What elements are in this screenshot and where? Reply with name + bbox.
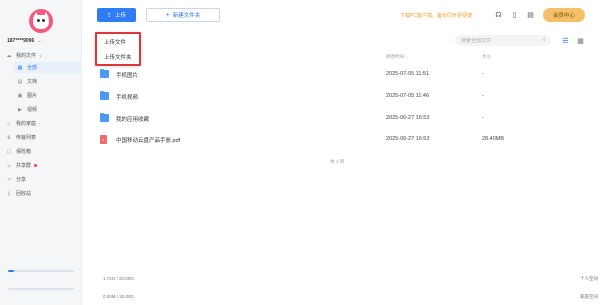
avatar[interactable] bbox=[29, 9, 53, 33]
sidebar-item-label: 共享群 bbox=[16, 163, 32, 169]
sidebar-item-label: 我的家庭 bbox=[16, 121, 37, 127]
avatar-eye-right bbox=[42, 19, 45, 22]
grid-icon: ▦ bbox=[17, 64, 23, 71]
family-storage: 0.00M / 20.00G 家庭空间 bbox=[8, 288, 598, 299]
list-view-icon[interactable]: ☰ bbox=[561, 36, 570, 45]
family-storage-bar bbox=[8, 288, 74, 290]
modified-column-header[interactable]: 修改时间 ↓ bbox=[386, 54, 408, 60]
mobile-icon[interactable]: ▯ bbox=[510, 10, 519, 19]
file-date: 2025-07-05 11:51 bbox=[386, 71, 430, 77]
chevron-right-icon: › bbox=[39, 121, 41, 126]
message-icon[interactable]: ▤ bbox=[526, 10, 535, 19]
sidebar-item-recycle-bin[interactable]: ▯ 回收站 bbox=[6, 188, 31, 199]
sidebar-item-documents[interactable]: ▤ 文档 bbox=[17, 76, 37, 87]
headset-icon[interactable]: ☊ bbox=[494, 10, 503, 19]
account-phone[interactable]: 187****9096 ⌄ bbox=[7, 38, 41, 44]
sidebar: 187****9096 ⌄ ☁ 我的文件 ∨ ▦ 全部 ▤ 文档 ▣ 图片 ▶ 视… bbox=[0, 0, 598, 305]
upload-dropdown: 上传文件 上传文件夹 bbox=[95, 32, 141, 66]
notification-dot bbox=[34, 164, 38, 167]
file-date: 2025-06-27 16:53 bbox=[386, 115, 430, 121]
transfer-icon: ⇅ bbox=[6, 134, 12, 141]
folder-icon bbox=[100, 91, 109, 100]
file-size: - bbox=[482, 93, 484, 99]
file-name[interactable]: 我的应用收藏 bbox=[116, 115, 149, 123]
sidebar-item-share-group[interactable]: ☺ 共享群 bbox=[6, 160, 38, 171]
upload-icon: ⇪ bbox=[106, 12, 112, 19]
sidebar-item-share[interactable]: ↗ 分享 bbox=[6, 174, 26, 185]
pdf-icon: ▪ bbox=[100, 135, 107, 144]
group-icon: ☺ bbox=[6, 162, 12, 169]
sidebar-item-label: 传输列表 bbox=[16, 135, 37, 141]
file-name[interactable]: 中国移动云盘产品手册.pdf bbox=[116, 136, 180, 144]
personal-storage-fill bbox=[8, 270, 14, 272]
size-column-header[interactable]: 大小 bbox=[482, 54, 491, 60]
avatar-face bbox=[33, 15, 49, 29]
table-row[interactable]: 我的应用收藏 2025-06-27 16:53 - bbox=[95, 108, 590, 130]
upload-button[interactable]: ⇪ 上传 bbox=[97, 8, 136, 22]
sidebar-item-label: 视频 bbox=[27, 107, 38, 113]
video-icon: ▶ bbox=[18, 106, 22, 113]
file-date: 2025-06-27 16:53 bbox=[386, 136, 430, 142]
search-icon[interactable]: ⌕ bbox=[543, 37, 546, 44]
sidebar-item-label: 分享 bbox=[16, 177, 27, 183]
sidebar-item-videos[interactable]: ▶ 视频 bbox=[17, 104, 37, 115]
document-icon: ▤ bbox=[17, 78, 23, 85]
item-count: 共 4 项 bbox=[330, 159, 345, 164]
folder-icon bbox=[100, 69, 109, 78]
search-input[interactable] bbox=[461, 37, 539, 44]
upload-button-label: 上传 bbox=[115, 13, 127, 19]
chevron-down-icon: ∨ bbox=[39, 53, 42, 58]
table-row[interactable]: ▪ 中国移动云盘产品手册.pdf 2025-06-27 16:53 28.40M… bbox=[95, 129, 590, 151]
sidebar-item-label: 全部 bbox=[27, 65, 38, 71]
home-icon: ⌂ bbox=[7, 120, 11, 127]
file-name[interactable]: 手机图片 bbox=[116, 71, 138, 79]
grid-view-icon[interactable]: ▦ bbox=[576, 36, 585, 45]
trash-icon: ▯ bbox=[7, 190, 11, 197]
account-phone-text: 187****9096 bbox=[7, 38, 35, 44]
sidebar-item-label: 图片 bbox=[27, 93, 38, 99]
sidebar-item-label: 文档 bbox=[27, 79, 38, 85]
file-size: - bbox=[482, 71, 484, 77]
sidebar-item-my-files[interactable]: ☁ 我的文件 ∨ bbox=[6, 50, 42, 61]
new-folder-button[interactable]: + 新建文件夹 bbox=[146, 8, 220, 22]
vip-center-button[interactable]: 会员中心 bbox=[543, 8, 585, 22]
safe-icon: ▢ bbox=[6, 148, 12, 155]
new-folder-button-label: 新建文件夹 bbox=[172, 13, 201, 19]
sidebar-item-label: 我的文件 bbox=[16, 53, 37, 59]
family-storage-used: 0.00M / 20.00G bbox=[103, 294, 135, 299]
chevron-down-icon: ⌄ bbox=[37, 38, 42, 44]
sidebar-item-label: 保险箱 bbox=[16, 149, 32, 155]
folder-icon bbox=[100, 113, 109, 122]
avatar-eye-left bbox=[37, 19, 40, 22]
upload-file-option[interactable]: 上传文件 bbox=[97, 34, 139, 49]
file-size: - bbox=[482, 115, 484, 121]
sidebar-item-all[interactable]: ▦ 全部 bbox=[14, 62, 82, 73]
sidebar-item-family[interactable]: ⌂ 我的家庭 › bbox=[6, 118, 40, 129]
plus-icon: + bbox=[165, 11, 170, 19]
image-icon: ▣ bbox=[17, 92, 23, 99]
personal-storage-bar bbox=[8, 270, 74, 272]
search-box[interactable]: ⌕ bbox=[455, 35, 551, 46]
share-icon: ↗ bbox=[6, 176, 12, 183]
file-date: 2025-07-05 11:46 bbox=[386, 93, 430, 99]
family-storage-label: 家庭空间 bbox=[580, 294, 598, 299]
sidebar-item-images[interactable]: ▣ 图片 bbox=[17, 90, 37, 101]
file-name[interactable]: 手机视频 bbox=[116, 93, 138, 101]
cloud-icon: ☁ bbox=[6, 52, 12, 59]
upload-folder-option[interactable]: 上传文件夹 bbox=[97, 49, 139, 64]
sidebar-item-label: 回收站 bbox=[16, 191, 32, 197]
table-row[interactable]: 手机图片 2025-07-05 11:51 - bbox=[95, 64, 590, 86]
sidebar-item-transfers[interactable]: ⇅ 传输列表 bbox=[6, 132, 36, 143]
download-client-link[interactable]: 下载PC客户端，备份同步更便捷 bbox=[400, 12, 472, 19]
personal-storage: 1.72G / 20.00G 个人空间 bbox=[8, 270, 598, 281]
sidebar-item-safe[interactable]: ▢ 保险箱 bbox=[6, 146, 31, 157]
file-size: 28.40MB bbox=[482, 136, 505, 142]
table-row[interactable]: 手机视频 2025-07-05 11:46 - bbox=[95, 86, 590, 108]
